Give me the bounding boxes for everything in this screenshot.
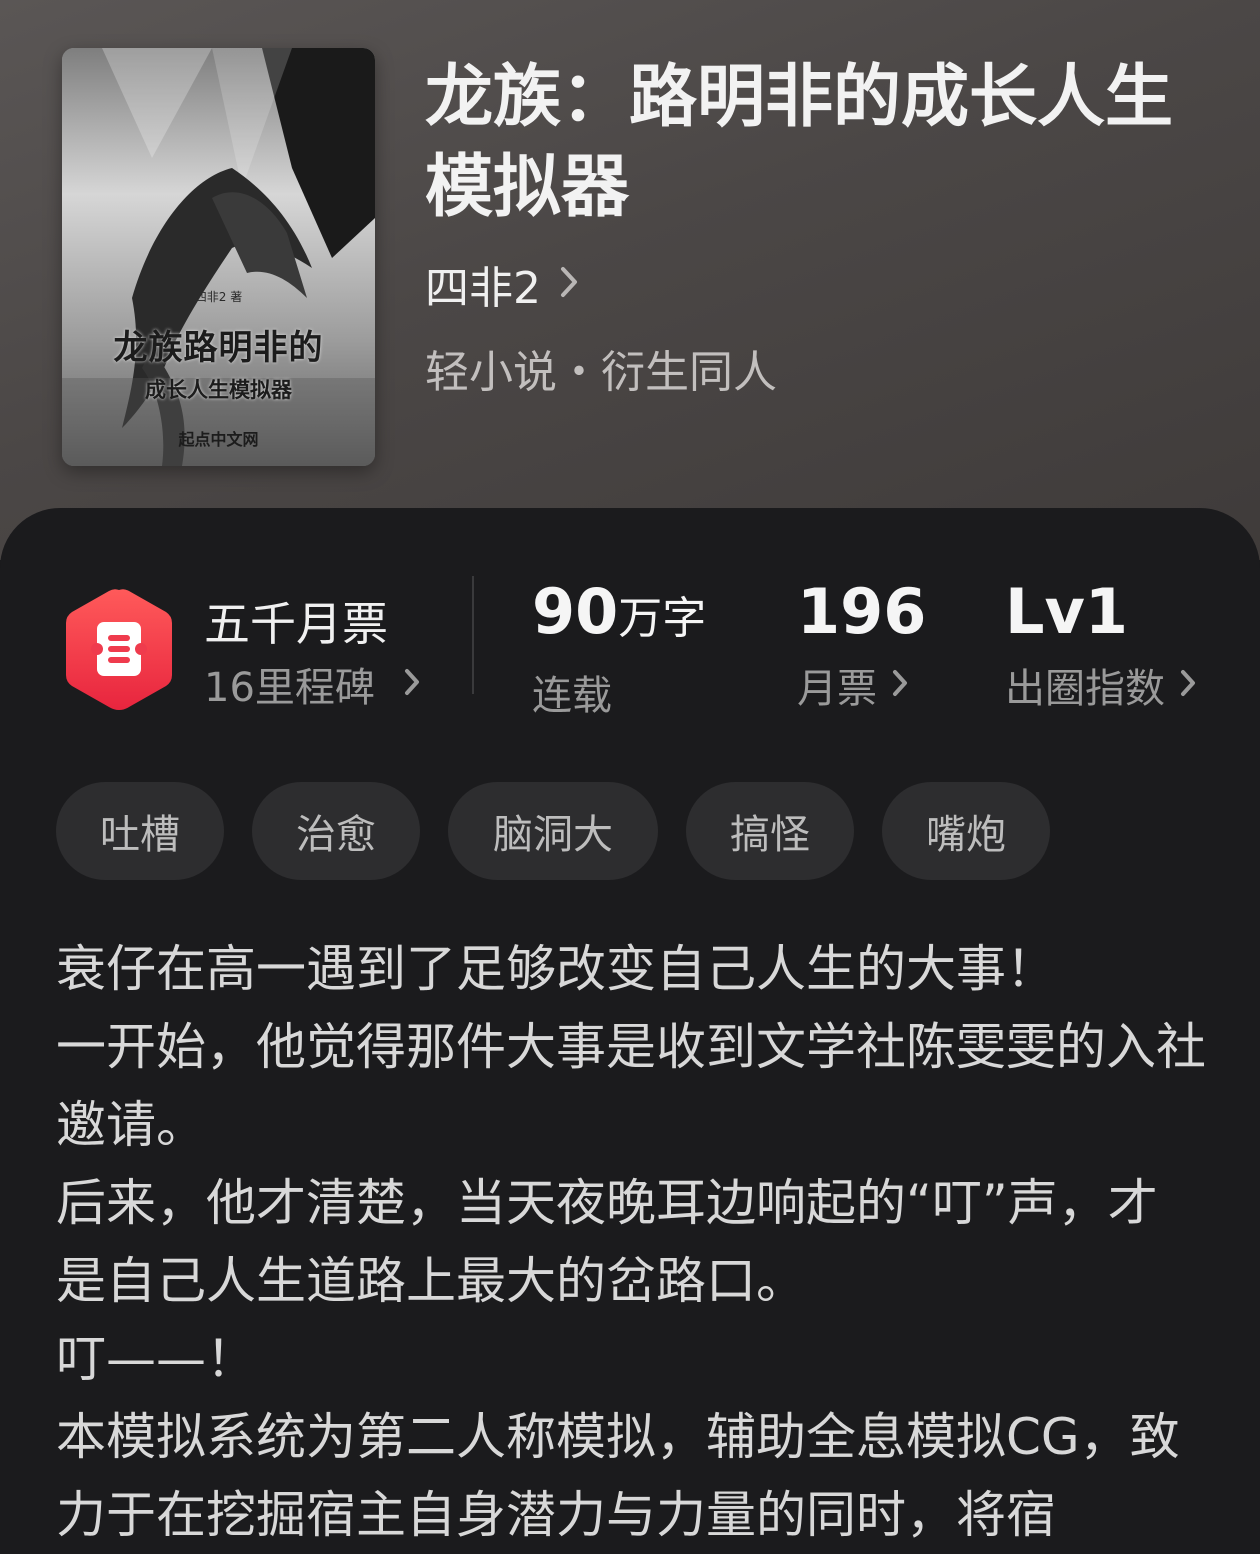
ticket-icon[interactable] — [62, 586, 176, 712]
milestone-link[interactable]: 16里程碑 — [204, 655, 421, 713]
cover-title-line2: 成长人生模拟器 — [145, 378, 292, 402]
book-synopsis[interactable]: 衰仔在高一遇到了足够改变自己人生的大事！ 一开始，他觉得那件大事是收到文学社陈雯… — [56, 930, 1206, 1554]
synopsis-paragraph: 本模拟系统为第二人称模拟，辅助全息模拟CG，致力于在挖掘宿主自身潜力与力量的同时… — [56, 1408, 1180, 1544]
tag-chip[interactable]: 搞怪 — [686, 782, 854, 880]
stat-monthly-tickets[interactable]: 196 月票 — [797, 574, 926, 714]
stat-popularity-index[interactable]: Lv1 出圈指数 — [1005, 574, 1197, 714]
synopsis-paragraph: 一开始，他觉得那件大事是收到文学社陈雯雯的入社邀请。 — [56, 1018, 1206, 1154]
stat-popularity-label: 出圈指数 — [1005, 666, 1165, 712]
synopsis-paragraph: 衰仔在高一遇到了足够改变自己人生的大事！ — [56, 940, 1056, 998]
tag-chip[interactable]: 吐槽 — [56, 782, 224, 880]
chevron-right-icon — [403, 661, 421, 707]
synopsis-paragraph: 叮——！ — [56, 1330, 256, 1388]
cover-publisher: 起点中文网 — [178, 430, 259, 449]
stat-popularity-value: Lv1 — [1005, 575, 1129, 648]
stat-word-count-unit: 万字 — [618, 593, 707, 644]
stat-monthly-tickets-value: 196 — [797, 575, 927, 648]
tag-chip[interactable]: 治愈 — [252, 782, 420, 880]
stat-word-count-label: 连载 — [532, 673, 612, 719]
author-link[interactable]: 四非2 — [425, 254, 579, 314]
stats-divider — [472, 576, 474, 694]
cover-author-line: 四非2 著 — [194, 290, 243, 304]
book-title: 龙族：路明非的成长人生模拟器 — [425, 57, 1174, 227]
chevron-right-icon — [559, 265, 579, 303]
cover-title-line1: 龙族路明非的 — [113, 328, 324, 368]
book-cover[interactable]: 四非2 著 龙族路明非的 成长人生模拟器 起点中文网 — [62, 48, 375, 466]
synopsis-paragraph: 后来，他才清楚，当天夜晚耳边响起的“叮”声，才是自己人生道路上最大的岔路口。 — [56, 1174, 1158, 1310]
chevron-right-icon — [891, 662, 909, 708]
stat-monthly-tickets-label: 月票 — [797, 666, 877, 712]
tag-chip[interactable]: 脑洞大 — [448, 782, 658, 880]
author-name: 四非2 — [425, 263, 541, 314]
book-header: 四非2 著 龙族路明非的 成长人生模拟器 起点中文网 龙族：路明非的成长人生模拟… — [0, 0, 1260, 560]
monthly-ticket-title: 五千月票 — [204, 597, 388, 651]
stat-word-count-value: 90万字 — [532, 575, 707, 648]
tag-chip[interactable]: 嘴炮 — [882, 782, 1050, 880]
book-category: 轻小说・衍生同人 — [425, 347, 777, 398]
milestone-label: 16里程碑 — [204, 665, 375, 711]
chevron-right-icon — [1179, 662, 1197, 708]
stat-word-count: 90万字 连载 — [532, 574, 706, 721]
tag-list: 吐槽 治愈 脑洞大 搞怪 嘴炮 — [56, 782, 1078, 880]
